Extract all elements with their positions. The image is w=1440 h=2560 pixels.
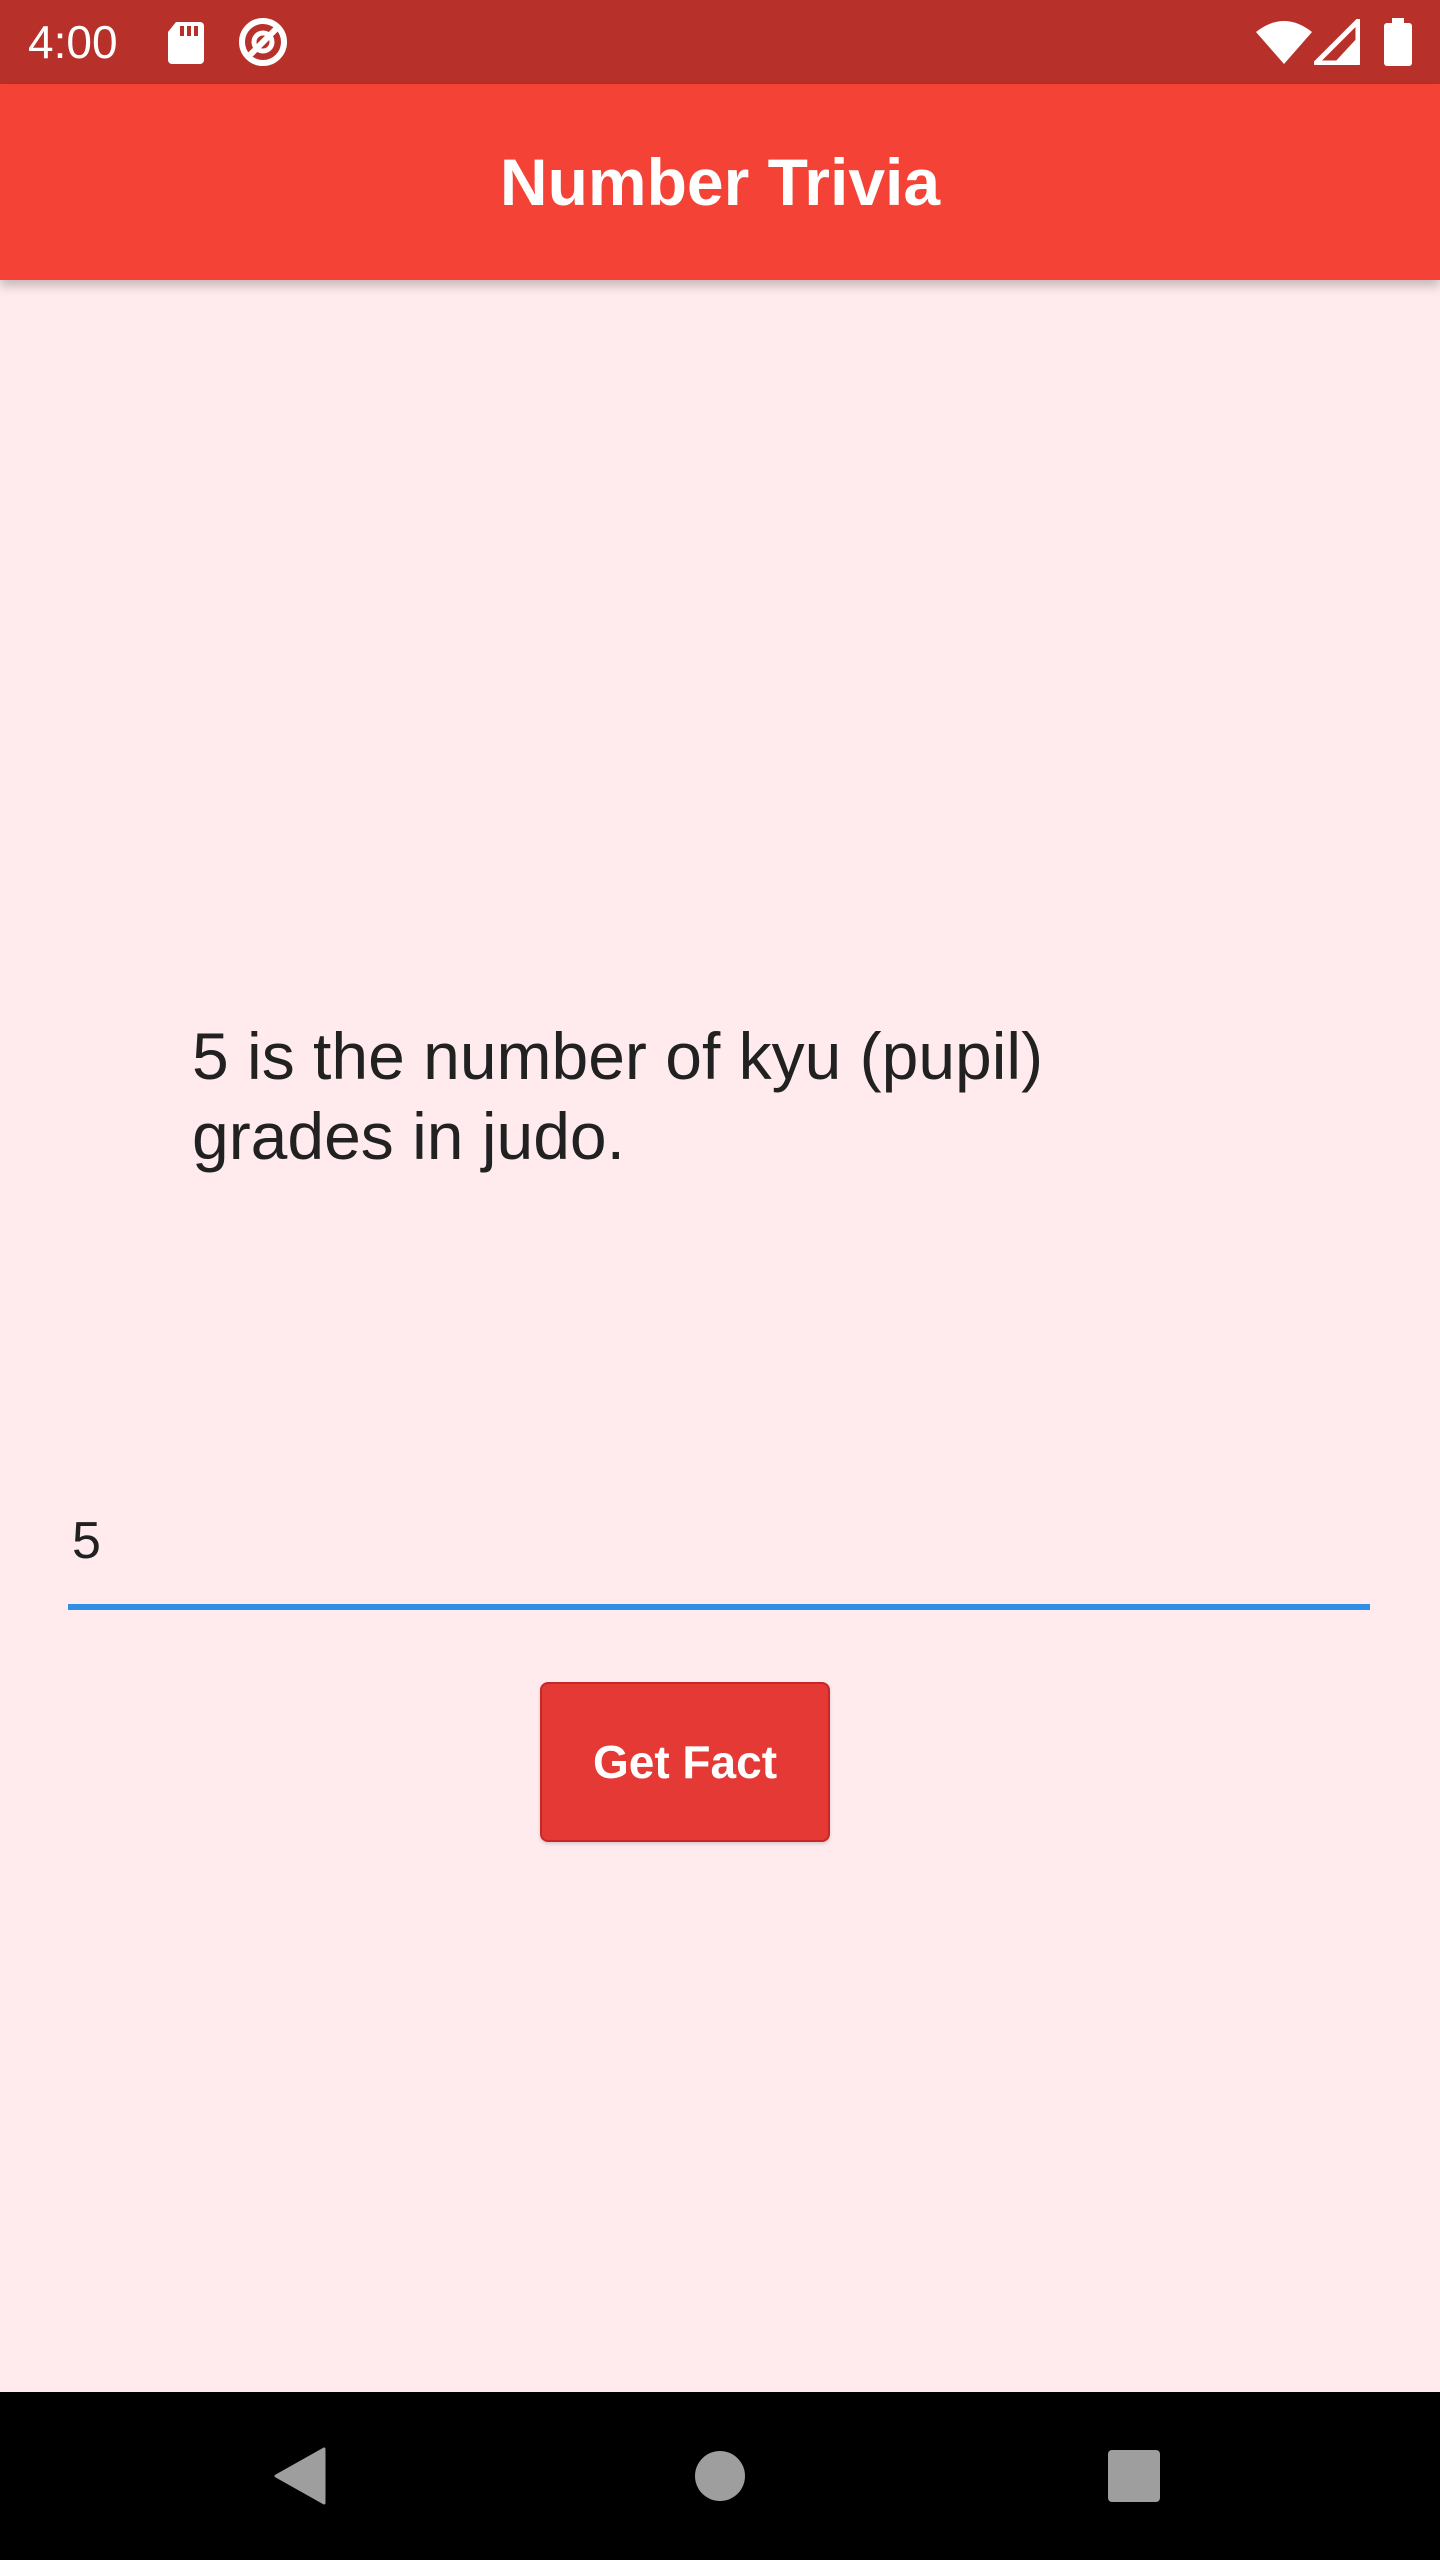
- recents-icon[interactable]: [1084, 2392, 1184, 2560]
- number-input-underline: [68, 1604, 1370, 1610]
- app-title: Number Trivia: [499, 145, 941, 219]
- status-bar: 4:00: [0, 0, 1440, 84]
- number-input[interactable]: [68, 1476, 1370, 1606]
- status-time: 4:00: [28, 16, 118, 68]
- app-bar: Number Trivia: [0, 84, 1440, 280]
- trivia-fact-text: 5 is the number of kyu (pupil) grades in…: [192, 1019, 1044, 1173]
- screen: 4:00 Number Trivia 5 is the number of ky…: [0, 0, 1440, 2560]
- signal-icon: [1314, 0, 1360, 84]
- sd-card-icon: [166, 0, 206, 84]
- back-icon[interactable]: [250, 2392, 350, 2560]
- navigation-bar: [0, 2392, 1440, 2560]
- home-icon[interactable]: [670, 2392, 770, 2560]
- get-fact-button[interactable]: Get Fact: [540, 1682, 830, 1842]
- number-field: [68, 1476, 1370, 1614]
- sync-icon: [236, 0, 290, 84]
- battery-icon: [1384, 0, 1412, 84]
- wifi-icon: [1256, 0, 1312, 84]
